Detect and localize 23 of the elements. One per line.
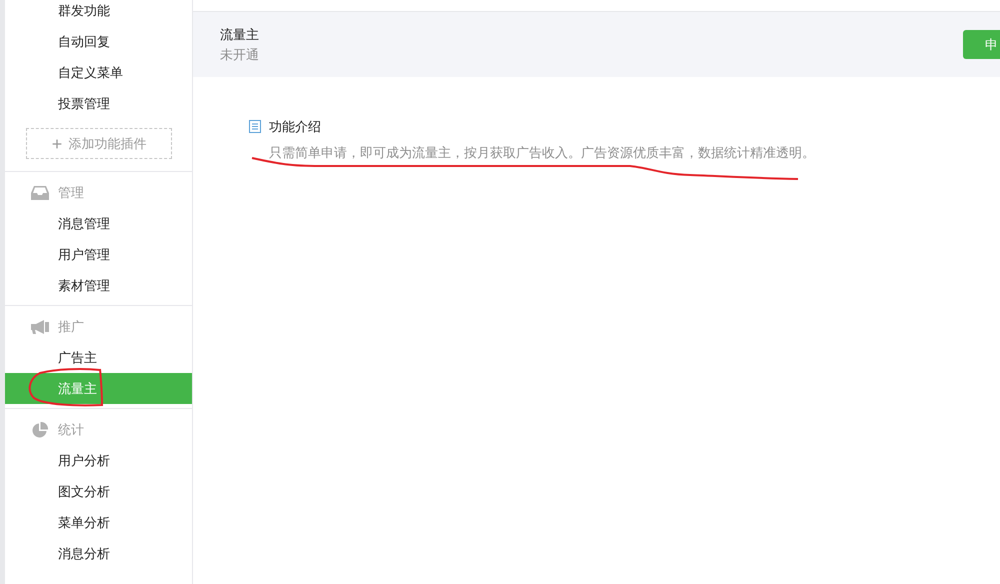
section-title: 统计 — [58, 421, 84, 440]
sidebar-item[interactable]: 自动回复 — [5, 26, 192, 57]
status-text: 未开通 — [220, 46, 259, 64]
document-icon — [249, 120, 261, 134]
sidebar-item[interactable]: 素材管理 — [5, 270, 192, 301]
inbox-icon — [31, 186, 49, 200]
sidebar-item[interactable]: 投票管理 — [5, 88, 192, 119]
megaphone-icon — [31, 320, 49, 334]
sidebar-item[interactable]: 用户分析 — [5, 445, 192, 476]
intro-text: 只需简单申请，即可成为流量主，按月获取广告收入。广告资源优质丰富，数据统计精准透明。 — [268, 144, 816, 162]
sidebar-item[interactable]: 消息分析 — [5, 538, 192, 569]
intro-title: 功能介绍 — [269, 118, 321, 136]
pie-chart-icon — [32, 422, 48, 438]
sidebar-item[interactable]: 自定义菜单 — [5, 57, 192, 88]
sidebar-item[interactable]: 群发功能 — [5, 0, 192, 26]
sidebar-item[interactable]: 广告主 — [5, 342, 192, 373]
sidebar-item[interactable]: 菜单分析 — [5, 507, 192, 538]
sidebar-item[interactable]: 图文分析 — [5, 476, 192, 507]
section-title: 管理 — [58, 184, 84, 202]
section-title: 推广 — [58, 318, 84, 336]
sidebar-item[interactable]: 用户管理 — [5, 239, 192, 270]
page-title: 流量主 — [220, 26, 259, 44]
sidebar-item[interactable]: 消息管理 — [5, 208, 192, 239]
